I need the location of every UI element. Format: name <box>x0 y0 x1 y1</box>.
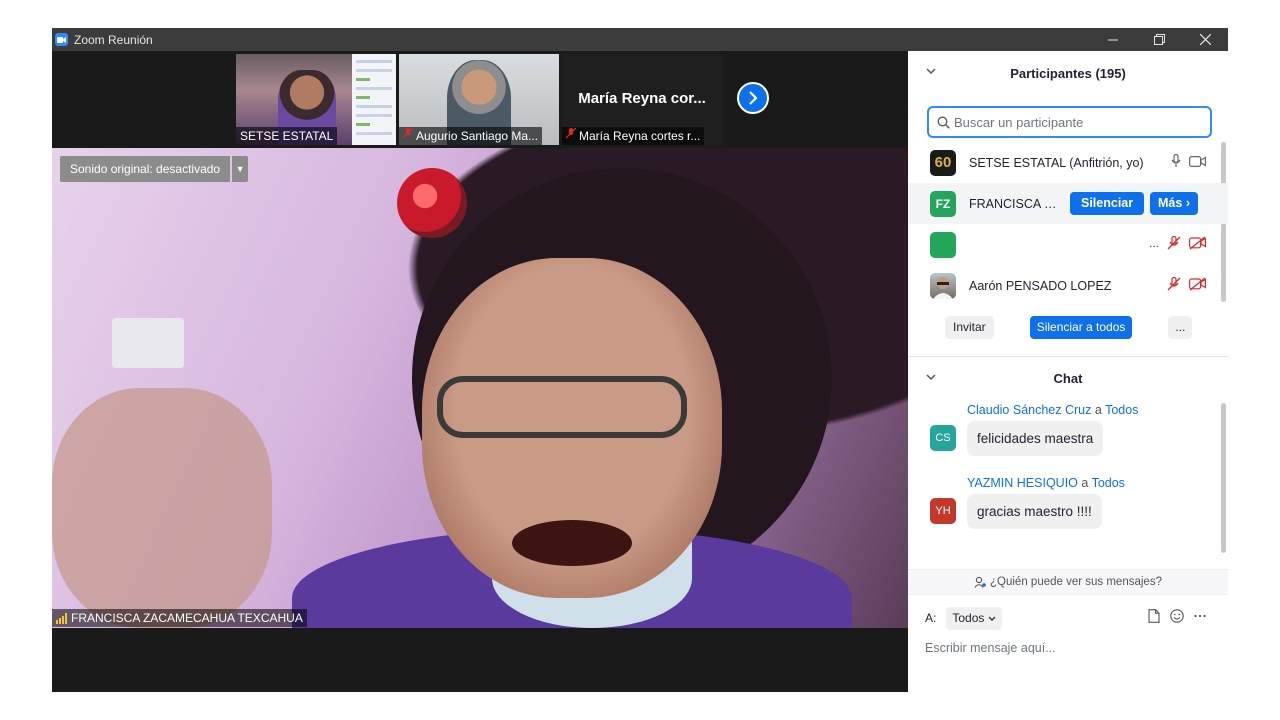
video-thumbnail[interactable]: María Reyna cor... María Reyna cortes r.… <box>562 54 722 145</box>
mic-muted-icon[interactable] <box>1167 236 1181 250</box>
chevron-down-icon <box>988 616 996 621</box>
chevron-right-icon: › <box>1185 196 1190 210</box>
zoom-window: Zoom Reunión SETSE ESTATAL Augurio Santi… <box>52 28 1228 692</box>
video-thumbnail-strip: SETSE ESTATAL Augurio Santiago Ma... Mar… <box>236 54 722 145</box>
video-thumbnail[interactable]: Augurio Santiago Ma... <box>399 54 559 145</box>
participant-name: FRANCISCA ZA... <box>969 196 1061 211</box>
avatar: 60 <box>930 149 956 176</box>
more-label: Más <box>1158 196 1183 210</box>
title-bar: Zoom Reunión <box>52 28 1228 51</box>
participant-row[interactable]: Aarón PENSADO LOPEZ <box>908 265 1228 306</box>
person-info-icon <box>974 576 986 588</box>
original-sound-button[interactable]: Sonido original: desactivado <box>60 156 231 182</box>
video-camera-icon[interactable] <box>1189 155 1206 167</box>
more-options-icon[interactable] <box>1194 609 1206 623</box>
participants-title: Participantes (195) <box>1010 65 1126 81</box>
mic-muted-icon <box>402 127 414 145</box>
more-actions-button[interactable]: ... <box>1168 315 1193 339</box>
message-to-word: a <box>1094 403 1102 417</box>
chat-title: Chat <box>1053 370 1083 386</box>
participant-list: 60 SETSE ESTATAL (Anfitrión, yo) FZ FRAN… <box>908 142 1228 306</box>
participant-search-box[interactable] <box>927 106 1212 138</box>
video-off-icon[interactable] <box>1189 277 1206 291</box>
mute-participant-button[interactable]: Silenciar <box>1070 192 1145 215</box>
recipient-select[interactable]: Todos <box>946 606 1002 630</box>
thumbnail-display-name: María Reyna cor... <box>578 90 706 107</box>
visibility-text: ¿Quién puede ver sus mensajes? <box>990 576 1162 588</box>
shared-screen-image <box>352 54 396 145</box>
video-area: SETSE ESTATAL Augurio Santiago Ma... Mar… <box>52 51 908 692</box>
minimize-icon <box>1108 39 1118 40</box>
avatar: FZ <box>930 190 956 217</box>
message-bubble: gracias maestro !!!! <box>967 494 1102 529</box>
next-page-button[interactable] <box>737 82 769 114</box>
message-recipient[interactable]: Todos <box>1105 403 1138 417</box>
avatar <box>930 231 956 258</box>
participant-row[interactable]: 60 SETSE ESTATAL (Anfitrión, yo) <box>908 142 1228 183</box>
thumbnail-name-label: María Reyna cortes r... <box>562 127 705 145</box>
participant-name-truncated: ... <box>1148 236 1159 250</box>
participant-row[interactable]: FZ FRANCISCA ZA... Silenciar Más › <box>908 183 1228 224</box>
participant-name: SETSE ESTATAL (Anfitrión, yo) <box>969 155 1144 170</box>
participants-header: Participantes (195) <box>908 51 1228 95</box>
window-title: Zoom Reunión <box>74 32 153 47</box>
avatar: YH <box>930 498 956 524</box>
thumbnail-name-label: Augurio Santiago Ma... <box>399 127 543 145</box>
more-options-button[interactable]: Más › <box>1150 192 1198 215</box>
message-header: Claudio Sánchez Cruz a Todos <box>967 403 1138 417</box>
speaker-name: FRANCISCA ZACAMECAHUA TEXCAHUA <box>71 611 303 625</box>
restore-icon <box>1153 34 1165 45</box>
message-input[interactable] <box>925 641 1205 655</box>
chevron-right-icon <box>749 91 758 105</box>
side-panel: Participantes (195) 60 SETSE ESTATAL (An… <box>908 51 1228 692</box>
speaker-name-label: FRANCISCA ZACAMECAHUA TEXCAHUA <box>52 609 307 627</box>
emoji-icon[interactable] <box>1170 609 1184 623</box>
participant-search-input[interactable] <box>954 114 1210 130</box>
thumbnail-name: SETSE ESTATAL <box>240 129 334 143</box>
message-sender[interactable]: Claudio Sánchez Cruz <box>967 403 1091 417</box>
message-header: YAZMIN HESIQUIO a Todos <box>967 476 1125 490</box>
mute-all-button[interactable]: Silenciar a todos <box>1029 315 1133 339</box>
zoom-logo-icon <box>55 33 68 46</box>
signal-strength-icon <box>56 612 67 624</box>
minimize-button[interactable] <box>1090 28 1136 51</box>
message-compose[interactable] <box>908 641 1228 655</box>
chat-header: Chat <box>908 357 1228 399</box>
chat-message: Claudio Sánchez Cruz a Todos CS felicida… <box>908 399 1228 472</box>
chevron-down-icon[interactable] <box>926 66 936 78</box>
message-to-word: a <box>1081 476 1089 490</box>
avatar: CS <box>930 425 956 451</box>
message-bubble: felicidades maestra <box>967 421 1104 456</box>
chat-message: YAZMIN HESIQUIO a Todos YH gracias maest… <box>908 472 1228 545</box>
video-off-icon[interactable] <box>1189 236 1206 250</box>
restore-button[interactable] <box>1136 28 1182 51</box>
thumbnail-name: Augurio Santiago Ma... <box>416 129 539 143</box>
close-button[interactable] <box>1182 28 1228 51</box>
original-sound-toggle[interactable]: Sonido original: desactivado ▼ <box>60 156 249 182</box>
file-icon[interactable] <box>1148 609 1160 623</box>
message-recipient[interactable]: Todos <box>1092 476 1125 490</box>
video-thumbnail[interactable]: SETSE ESTATAL <box>236 54 396 145</box>
message-visibility-info[interactable]: ¿Quién puede ver sus mensajes? <box>908 569 1228 595</box>
close-icon <box>1199 34 1211 45</box>
active-speaker-video <box>52 148 908 628</box>
message-sender[interactable]: YAZMIN HESIQUIO <box>967 476 1078 490</box>
invite-button[interactable]: Invitar <box>945 315 994 339</box>
thumbnail-name: María Reyna cortes r... <box>579 129 701 143</box>
caret-down-icon[interactable]: ▼ <box>232 156 249 182</box>
search-icon <box>937 116 950 129</box>
participant-actions: Invitar Silenciar a todos ... <box>908 306 1228 348</box>
recipient-label: A: <box>925 611 937 625</box>
chat-messages: Claudio Sánchez Cruz a Todos CS felicida… <box>908 399 1228 569</box>
mic-muted-icon[interactable] <box>1167 277 1181 291</box>
thumbnail-name-label: SETSE ESTATAL <box>236 127 338 145</box>
recipient-row: A: Todos <box>908 595 1228 641</box>
chevron-down-icon[interactable] <box>926 372 936 384</box>
avatar <box>930 272 956 299</box>
recipient-value: Todos <box>952 610 985 625</box>
microphone-icon[interactable] <box>1171 154 1181 168</box>
participant-name: Aarón PENSADO LOPEZ <box>969 278 1112 293</box>
participant-row[interactable]: ... <box>908 224 1228 265</box>
mic-muted-icon <box>565 127 577 145</box>
